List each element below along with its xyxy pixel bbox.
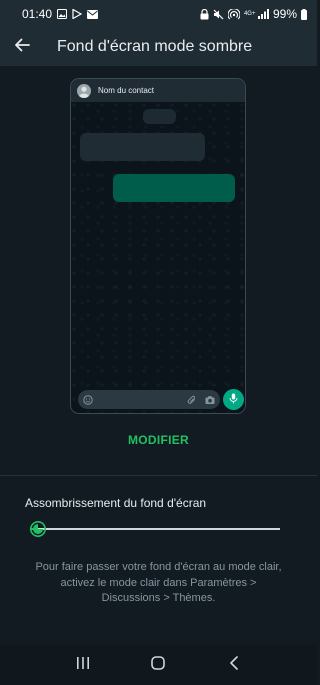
help-text: Pour faire passer votre fond d'écran au … [35, 561, 282, 604]
section-divider [0, 475, 317, 476]
status-left: 01:40 [22, 7, 99, 21]
preview-contact-name: Nom du contact [98, 86, 155, 95]
system-nav-bar [0, 645, 317, 685]
page-title: Fond d'écran mode sombre [57, 38, 253, 55]
gallery-icon [57, 9, 68, 19]
network-type-icon: 4G+ [243, 11, 256, 17]
arrow-left-icon [14, 37, 30, 58]
battery-percent: 99% [272, 7, 297, 21]
preview-chat-body [71, 102, 245, 413]
system-back-button[interactable] [214, 645, 254, 685]
signal-icon [257, 9, 269, 19]
home-button[interactable] [138, 645, 178, 685]
preview-header: Nom du contact [71, 79, 245, 102]
slider-track [30, 528, 280, 530]
recent-apps-icon [76, 656, 90, 674]
mute-icon [213, 9, 224, 20]
slider-thumb[interactable] [30, 521, 46, 537]
dimming-slider[interactable] [30, 520, 280, 538]
network-type-label: 4G+ [243, 11, 256, 17]
preview-message-input [78, 390, 220, 409]
modify-wallpaper-button[interactable]: MODIFIER [0, 433, 317, 447]
hotspot-icon [227, 8, 240, 20]
mail-icon [87, 9, 99, 19]
contact-avatar-icon [77, 83, 91, 98]
outgoing-message-bubble [113, 174, 235, 202]
recent-apps-button[interactable] [63, 645, 103, 685]
status-bar: 01:40 4G+ 99% [0, 0, 317, 28]
wallpaper-preview: Nom du contact [70, 78, 246, 414]
status-time: 01:40 [22, 7, 53, 21]
app-bar: Fond d'écran mode sombre [0, 28, 317, 66]
status-right: 4G+ 99% [200, 7, 307, 21]
incoming-message-bubble [80, 133, 205, 161]
mic-icon [229, 391, 238, 409]
home-icon [151, 655, 166, 675]
lock-icon [200, 8, 209, 20]
date-chip [143, 109, 176, 124]
play-store-icon [72, 9, 83, 19]
camera-icon [204, 394, 216, 406]
back-button[interactable] [2, 28, 42, 66]
back-icon [229, 655, 239, 675]
dimming-label: Assombrissement du fond d'écran [25, 496, 207, 510]
attach-icon [186, 394, 198, 406]
mic-button [223, 389, 244, 410]
emoji-icon [82, 394, 94, 406]
battery-icon [301, 8, 307, 20]
